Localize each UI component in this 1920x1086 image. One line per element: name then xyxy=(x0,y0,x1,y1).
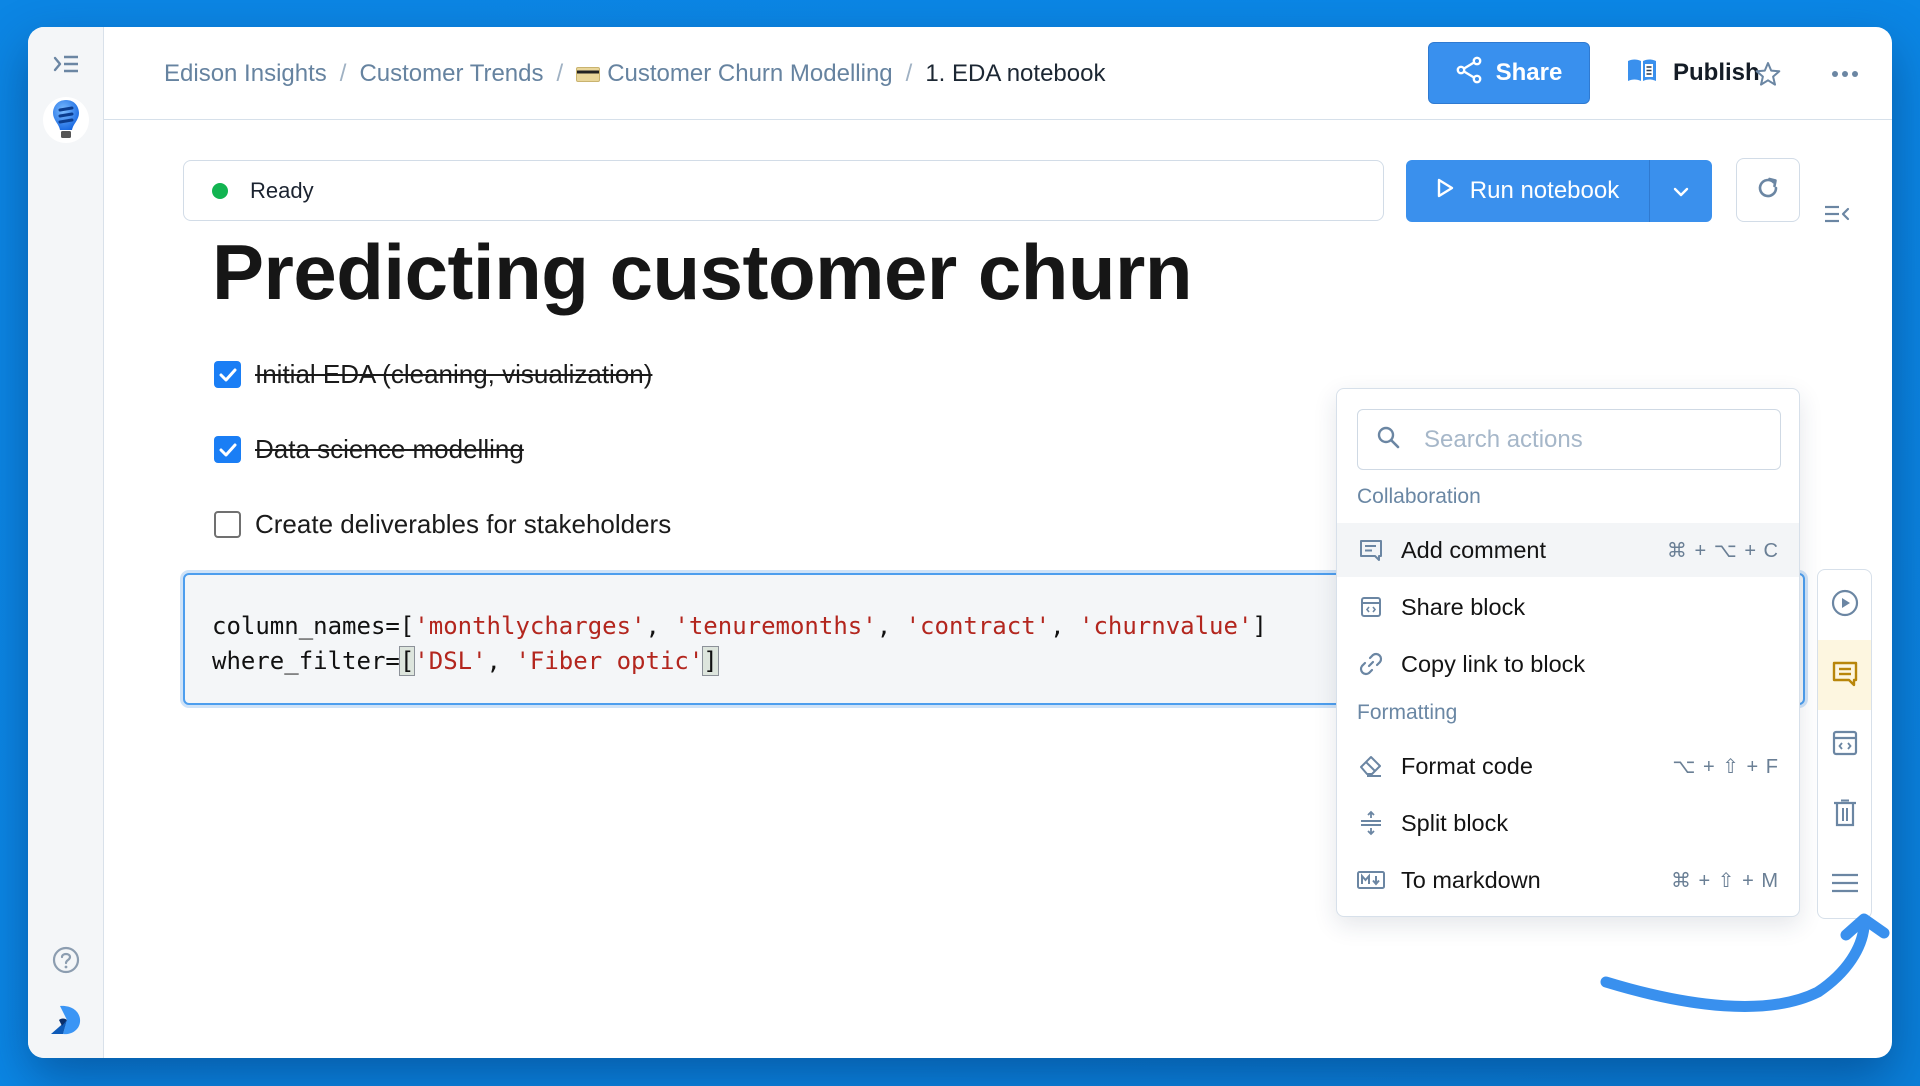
status-dot-icon xyxy=(212,182,228,199)
eraser-icon xyxy=(1357,752,1385,780)
menu-section-collaboration: Collaboration xyxy=(1357,485,1481,508)
checkmark-icon xyxy=(219,368,236,381)
code-line-2: where_filter=['DSL', 'Fiber optic'] xyxy=(212,646,719,676)
breadcrumb-item-workspace[interactable]: Edison Insights xyxy=(164,60,327,88)
credit-card-icon xyxy=(576,66,601,82)
chevron-down-icon xyxy=(1672,177,1690,205)
code-string: 'churnvalue' xyxy=(1079,612,1253,640)
checkmark-icon xyxy=(219,443,236,456)
book-icon xyxy=(1627,58,1657,89)
matched-bracket: ] xyxy=(702,646,719,676)
breadcrumb-separator: / xyxy=(339,60,347,87)
share-button[interactable]: Share xyxy=(1428,42,1590,104)
expand-sidebar-icon[interactable] xyxy=(51,49,81,79)
share-label: Share xyxy=(1495,59,1563,86)
deepnote-logo-icon[interactable] xyxy=(49,1003,83,1037)
todo-item: Initial EDA (cleaning, visualization) xyxy=(214,359,652,390)
more-options-icon[interactable] xyxy=(1828,57,1862,91)
menu-item-label: Split block xyxy=(1401,809,1509,836)
code-string: 'DSL' xyxy=(414,647,487,675)
publish-button[interactable]: Publish xyxy=(1627,42,1760,104)
menu-item-add-comment[interactable]: Add comment ⌘ + ⌥ + C xyxy=(1337,523,1799,577)
delete-block-button[interactable] xyxy=(1818,780,1871,850)
split-icon xyxy=(1357,809,1385,837)
notebook-title[interactable]: Predicting customer churn xyxy=(212,227,1193,318)
menu-item-shortcut: ⌘ + ⇧ + M xyxy=(1670,869,1779,892)
help-icon[interactable] xyxy=(51,945,81,975)
app-window: Edison Insights / Customer Trends / Cust… xyxy=(28,27,1892,1058)
code-line-1: column_names=['monthlycharges', 'tenurem… xyxy=(212,612,1267,640)
menu-item-split-block[interactable]: Split block xyxy=(1337,796,1799,850)
menu-item-label: Format code xyxy=(1401,752,1533,779)
menu-item-label: Add comment xyxy=(1401,536,1546,563)
restart-kernel-button[interactable] xyxy=(1736,158,1800,222)
comment-block-button[interactable] xyxy=(1818,640,1871,710)
workspace-logo-icon[interactable] xyxy=(42,97,89,143)
toggle-outline-panel-icon[interactable] xyxy=(1822,199,1852,229)
play-icon xyxy=(1436,177,1454,205)
breadcrumb-separator: / xyxy=(905,60,913,87)
todo-checkbox[interactable] xyxy=(214,436,241,463)
breadcrumb-separator: / xyxy=(556,60,564,87)
code-string: 'Fiber optic' xyxy=(515,647,704,675)
share-icon xyxy=(1456,56,1482,91)
menu-item-shortcut: ⌥ + ⇧ + F xyxy=(1672,755,1779,778)
run-options-dropdown[interactable] xyxy=(1650,160,1712,222)
star-icon[interactable] xyxy=(1751,57,1785,91)
menu-item-share-block[interactable]: Share block xyxy=(1337,580,1799,634)
breadcrumb-item-project[interactable]: Customer Churn Modelling xyxy=(607,60,892,88)
search-icon xyxy=(1376,425,1400,454)
code-string: 'monthlycharges' xyxy=(414,612,646,640)
matched-bracket: [ xyxy=(398,646,416,676)
search-actions-input[interactable] xyxy=(1424,425,1754,454)
refresh-icon xyxy=(1755,175,1781,206)
comment-icon xyxy=(1357,536,1385,564)
publish-label: Publish xyxy=(1673,59,1760,86)
menu-item-label: Copy link to block xyxy=(1401,650,1586,677)
kernel-status-bar: Ready xyxy=(183,160,1384,221)
play-circle-icon xyxy=(1831,589,1859,622)
search-actions-field[interactable] xyxy=(1357,409,1781,470)
code-token: ] xyxy=(1252,612,1267,640)
status-text: Ready xyxy=(250,177,314,203)
code-string: 'contract' xyxy=(905,612,1051,640)
menu-item-format-code[interactable]: Format code ⌥ + ⇧ + F xyxy=(1337,739,1799,793)
code-string: 'tenuremonths' xyxy=(674,612,877,640)
header: Edison Insights / Customer Trends / Cust… xyxy=(104,27,1892,120)
menu-item-label: Share block xyxy=(1401,593,1526,620)
trash-icon xyxy=(1833,799,1857,832)
menu-item-shortcut: ⌘ + ⌥ + C xyxy=(1666,539,1779,562)
code-token: column_names=[ xyxy=(212,612,415,640)
run-notebook-button-group: Run notebook xyxy=(1406,160,1712,222)
breadcrumb-item-folder[interactable]: Customer Trends xyxy=(359,60,543,88)
breadcrumb-current: 1. EDA notebook xyxy=(925,60,1106,87)
todo-label[interactable]: Create deliverables for stakeholders xyxy=(255,509,671,540)
breadcrumb: Edison Insights / Customer Trends / Cust… xyxy=(164,57,1105,91)
todo-item: Data science modelling xyxy=(214,434,524,465)
embed-icon xyxy=(1357,593,1385,621)
markdown-icon xyxy=(1357,866,1385,894)
todo-item: Create deliverables for stakeholders xyxy=(214,509,671,540)
hamburger-menu-icon xyxy=(1831,873,1859,898)
menu-item-copy-link[interactable]: Copy link to block xyxy=(1337,637,1799,691)
run-notebook-label: Run notebook xyxy=(1469,177,1620,204)
todo-label[interactable]: Initial EDA (cleaning, visualization) xyxy=(255,359,652,390)
comment-icon xyxy=(1831,659,1859,692)
link-icon xyxy=(1357,650,1385,678)
menu-section-formatting: Formatting xyxy=(1357,701,1458,724)
more-actions-button[interactable] xyxy=(1818,850,1871,918)
share-block-button[interactable] xyxy=(1818,710,1871,780)
menu-item-to-markdown[interactable]: To markdown ⌘ + ⇧ + M xyxy=(1337,853,1799,907)
todo-checkbox[interactable] xyxy=(214,511,241,538)
embed-icon xyxy=(1832,730,1858,761)
todo-label[interactable]: Data science modelling xyxy=(255,434,524,465)
block-actions-rail xyxy=(1817,569,1872,919)
run-notebook-button[interactable]: Run notebook xyxy=(1406,160,1650,222)
code-token: where_filter= xyxy=(212,647,400,675)
menu-item-label: To markdown xyxy=(1401,866,1541,893)
run-block-button[interactable] xyxy=(1818,570,1871,640)
todo-checkbox[interactable] xyxy=(214,361,241,388)
sidebar xyxy=(28,27,104,1058)
block-actions-menu: Collaboration Add comment ⌘ + ⌥ + C Shar… xyxy=(1336,388,1800,917)
